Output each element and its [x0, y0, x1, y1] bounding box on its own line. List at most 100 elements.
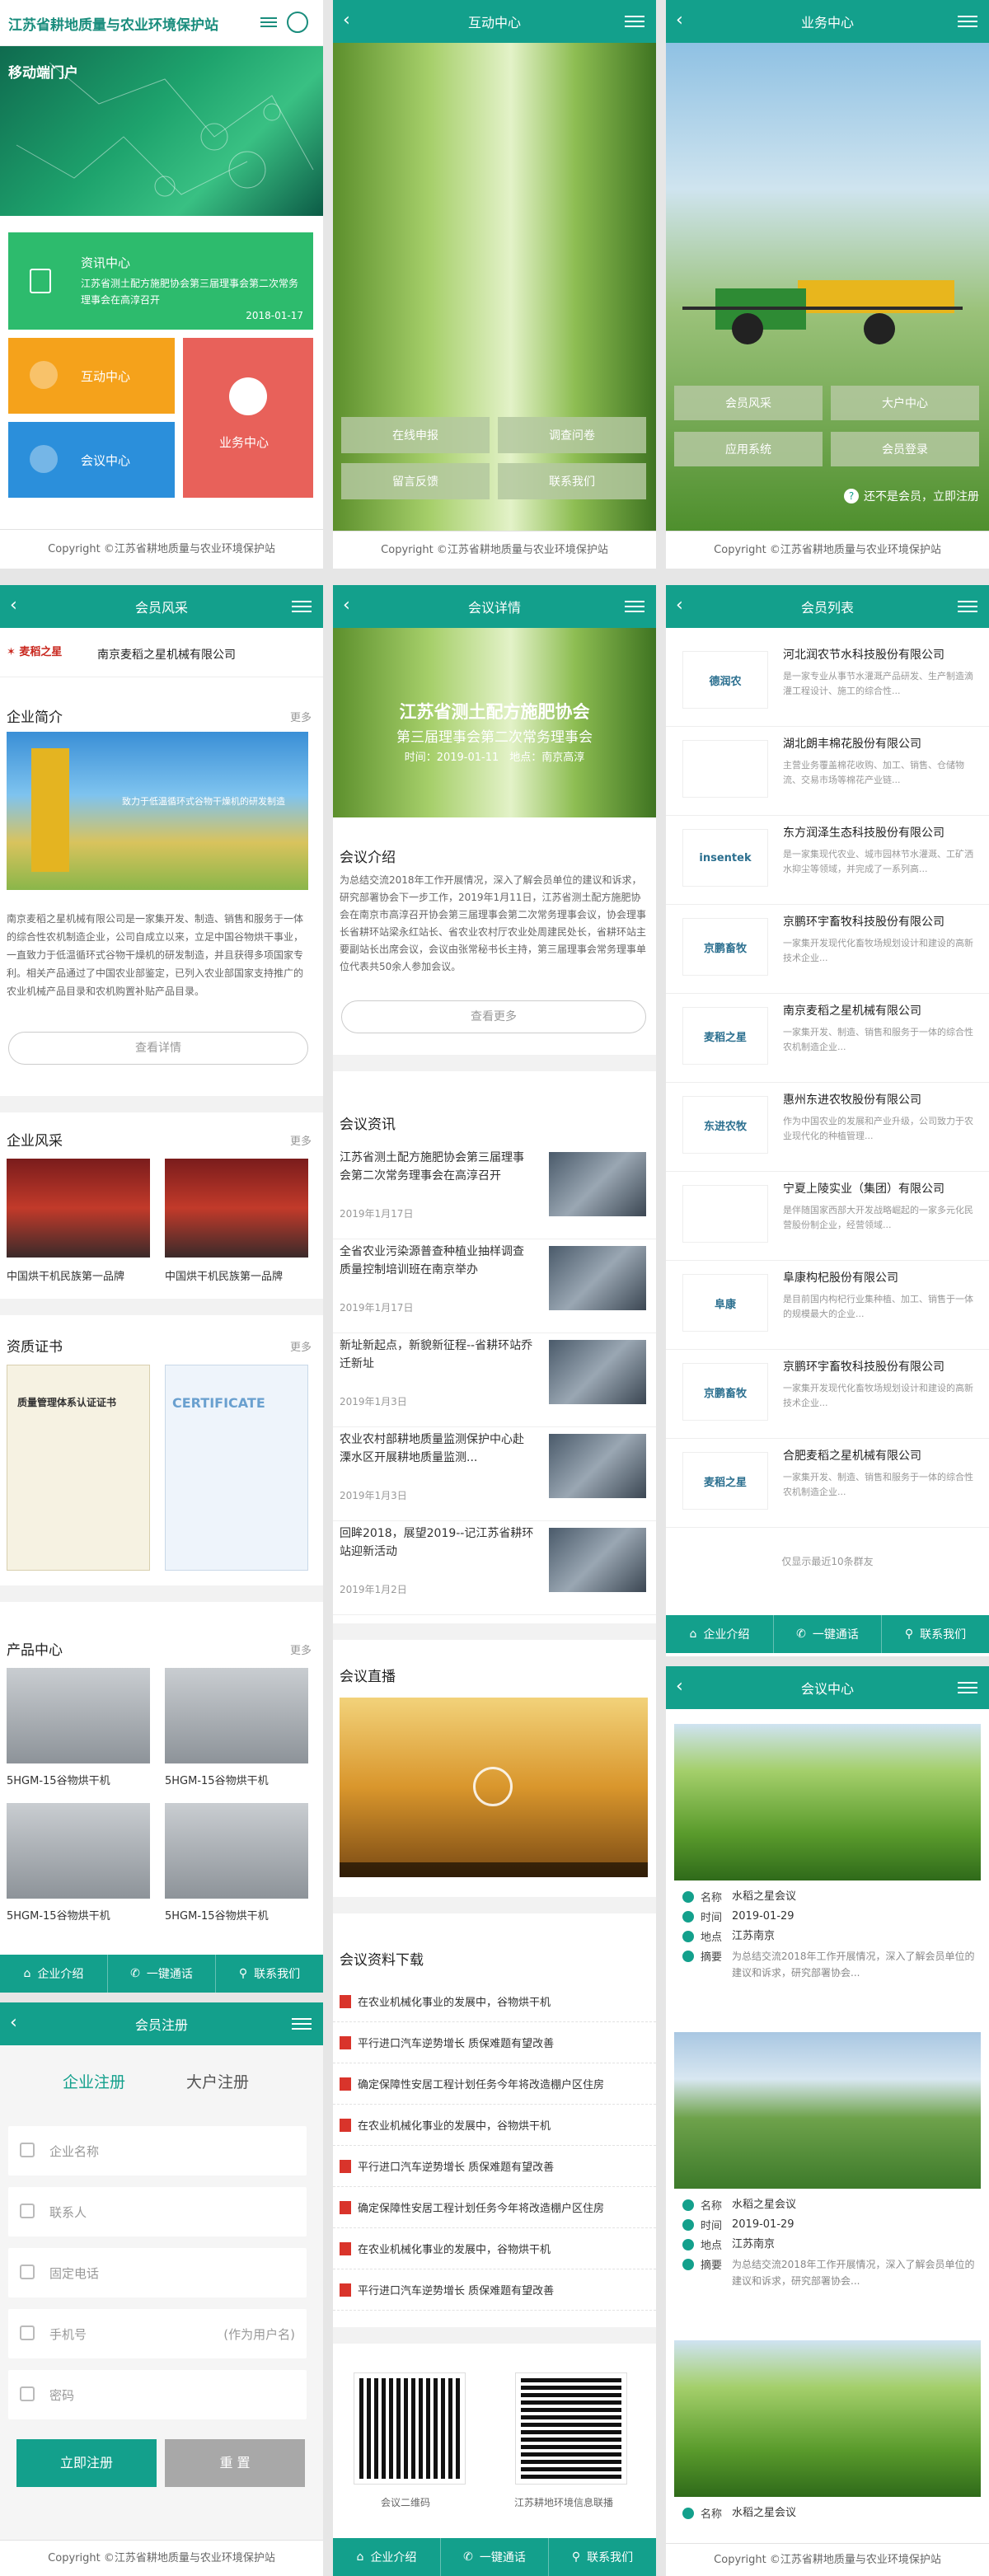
menu-icon[interactable]	[260, 15, 277, 30]
product-image-4[interactable]	[165, 1803, 308, 1899]
tab-household-register[interactable]: 大户注册	[186, 2070, 249, 2092]
intro-more-link[interactable]: 更多	[290, 709, 312, 724]
product-more-link[interactable]: 更多	[290, 1642, 312, 1657]
meeting-tile[interactable]: 会议中心	[8, 422, 175, 498]
list-item[interactable]: 东进农牧 惠州东进农牧股份有限公司 作为中国农业的发展和产业升级，公司致力于农业现代…	[666, 1083, 989, 1172]
meeting-card[interactable]: 名称 水稻之星会议	[666, 2335, 989, 2576]
feedback-button[interactable]: 留言反馈	[341, 463, 490, 499]
footer-contact-button[interactable]: ⚲ 联系我们	[216, 1955, 323, 1993]
business-tile[interactable]: 业务中心	[183, 338, 313, 498]
list-item[interactable]: 京鹏畜牧 京鹏环宇畜牧科技股份有限公司 一家集开发现代化畜牧场规划设计和建设的高新技…	[666, 905, 989, 994]
tab-company-register[interactable]: 企业注册	[63, 2070, 125, 2092]
list-item[interactable]: 农业农村部耕地质量监测保护中心赴溧水区开展耕地质量监测... 2019年1月3日	[333, 1427, 656, 1521]
list-item[interactable]: 回眸2018，展望2019--记江苏省耕环站迎新活动 2019年1月2日	[333, 1521, 656, 1615]
list-item[interactable]: 京鹏畜牧 京鹏环宇畜牧科技股份有限公司 一家集开发现代化畜牧场规划设计和建设的高新技…	[666, 1350, 989, 1439]
menu-icon[interactable]	[958, 1679, 977, 1697]
user-icon[interactable]	[287, 12, 308, 33]
list-item[interactable]: 麦稻之星 合肥麦稻之星机械有限公司 一家集开发、制造、销售和服务于一体的综合性农机制…	[666, 1439, 989, 1528]
footer-contact-button[interactable]: ⚲ 联系我们	[882, 1615, 989, 1653]
list-item[interactable]: 平行进口汽车逆势增长 质保难题有望改善	[333, 2022, 656, 2063]
meeting-card[interactable]: 名称 水稻之星会议 时间 2019-01-29 地点 江苏南京 摘要 为总结交流2018年工作…	[666, 1719, 989, 2027]
submit-button[interactable]: 立即注册	[16, 2439, 157, 2487]
list-item[interactable]: 德润农 河北润农节水科技股份有限公司 是一家专业从事节水灌溉产品研发、生产制造滴灌工…	[666, 638, 989, 727]
register-field-5[interactable]: 密码	[8, 2370, 307, 2419]
list-item[interactable]: 平行进口汽车逆势增长 质保难题有望改善	[333, 2269, 656, 2311]
field-placeholder: 企业名称	[49, 2144, 100, 2159]
play-icon[interactable]	[473, 1767, 513, 1806]
footer-call-button[interactable]: ✆ 一键通话	[108, 1955, 216, 1993]
divider	[333, 1055, 656, 1071]
menu-icon[interactable]	[958, 597, 977, 616]
list-item[interactable]: 在农业机械化事业的发展中，谷物烘干机	[333, 2228, 656, 2269]
footer-intro-button[interactable]: ⌂ 企业介绍	[333, 2538, 441, 2576]
list-item[interactable]: 阜康 阜康构杞股份有限公司 是目前国内构杞行业集种植、加工、销售于一体的规模最大的企…	[666, 1261, 989, 1350]
list-item[interactable]: 确定保障性安居工程计划任务今年将改造棚户区住房	[333, 2187, 656, 2228]
register-field-2[interactable]: 联系人	[8, 2187, 307, 2236]
cert-more-link[interactable]: 更多	[290, 1338, 312, 1354]
back-icon[interactable]: ‹	[343, 12, 359, 31]
back-icon[interactable]: ‹	[10, 597, 26, 616]
register-hint[interactable]: ? 还不是会员，立即注册	[844, 488, 979, 504]
footer-call-button[interactable]: ✆ 一键通话	[441, 2538, 549, 2576]
divider	[333, 1623, 656, 1640]
register-field-3[interactable]: 固定电话	[8, 2248, 307, 2297]
menu-icon[interactable]	[292, 597, 312, 616]
more-button[interactable]: 查看更多	[341, 1000, 646, 1033]
list-item[interactable]: 麦稻之星 南京麦稻之星机械有限公司 一家集开发、制造、销售和服务于一体的综合性农机制…	[666, 994, 989, 1083]
footer-intro-button[interactable]: ⌂ 企业介绍	[0, 1955, 108, 1993]
register-field-1[interactable]: 企业名称	[8, 2126, 307, 2176]
menu-icon[interactable]	[625, 12, 644, 30]
interact-tile[interactable]: 互动中心	[8, 338, 175, 414]
contact-button[interactable]: 联系我们	[498, 463, 646, 499]
big-household-button[interactable]: 大户中心	[831, 386, 979, 420]
detail-button[interactable]: 查看详情	[8, 1032, 308, 1065]
menu-icon[interactable]	[625, 597, 644, 616]
list-item[interactable]: 宁夏上陵实业（集团）有限公司 是伴随国家西部大开发战略崛起的一家多元化民营股份制企…	[666, 1172, 989, 1261]
style-photo-1[interactable]	[7, 1159, 150, 1258]
member-login-button[interactable]: 会员登录	[831, 432, 979, 466]
meeting-time-value: 2019-01-29	[732, 1910, 794, 1923]
meeting-card[interactable]: 名称 水稻之星会议 时间 2019-01-29 地点 江苏南京 摘要 为总结交流2018年工作…	[666, 2027, 989, 2335]
product-image-3[interactable]	[7, 1803, 150, 1899]
clock-icon	[682, 2219, 694, 2231]
style-more-link[interactable]: 更多	[290, 1132, 312, 1148]
app-system-button[interactable]: 应用系统	[674, 432, 823, 466]
live-video[interactable]	[340, 1698, 648, 1877]
menu-icon[interactable]	[958, 12, 977, 30]
footer-intro-button[interactable]: ⌂ 企业介绍	[666, 1615, 774, 1653]
product-image-2[interactable]	[165, 1668, 308, 1763]
register-field-4[interactable]: 手机号 (作为用户名)	[8, 2309, 307, 2358]
online-apply-button[interactable]: 在线申报	[341, 417, 490, 453]
list-item[interactable]: 平行进口汽车逆势增长 质保难题有望改善	[333, 2146, 656, 2187]
news-tile-date: 2018-01-17	[246, 310, 303, 321]
back-icon[interactable]: ‹	[676, 597, 692, 616]
style-photo-2[interactable]	[165, 1159, 308, 1258]
menu-icon[interactable]	[292, 2015, 312, 2033]
footer-contact-button[interactable]: ⚲ 联系我们	[549, 2538, 656, 2576]
back-icon[interactable]: ‹	[343, 597, 359, 616]
news-title: 江苏省测土配方施肥协会第三届理事会第二次常务理事会在高淳召开	[340, 1151, 524, 1183]
list-item[interactable]: 在农业机械化事业的发展中，谷物烘干机	[333, 1981, 656, 2022]
news-tile[interactable]: 资讯中心 江苏省测土配方施肥协会第三届理事会第二次常务理事会在高淳召开 2018…	[8, 232, 313, 330]
member-list-header: ‹ 会员列表	[666, 585, 989, 628]
cert-image-1[interactable]: 质量管理体系认证证书	[7, 1365, 150, 1571]
reset-button[interactable]: 重 置	[165, 2439, 305, 2487]
list-item[interactable]: 全省农业污染源普查种植业抽样调查质量控制培训班在南京举办 2019年1月17日	[333, 1239, 656, 1333]
cert-image-2[interactable]: CERTIFICATE	[165, 1365, 308, 1571]
survey-button[interactable]: 调查问卷	[498, 417, 646, 453]
back-icon[interactable]: ‹	[676, 12, 692, 31]
list-item[interactable]: 确定保障性安居工程计划任务今年将改造棚户区住房	[333, 2063, 656, 2105]
pdf-icon	[340, 2035, 351, 2049]
pdf-icon	[340, 2159, 351, 2173]
list-item[interactable]: insentek 东方润泽生态科技股份有限公司 是一家集现代农业、城市园林节水灌溉、…	[666, 816, 989, 905]
list-item[interactable]: 江苏省测土配方施肥协会第三届理事会第二次常务理事会在高淳召开 2019年1月17日	[333, 1145, 656, 1239]
list-item[interactable]: 湖北朗丰棉花股份有限公司 主营业务覆盖棉花收购、加工、销售、仓储物流、交易市场等棉…	[666, 727, 989, 816]
footer-call-button[interactable]: ✆ 一键通话	[774, 1615, 882, 1653]
back-icon[interactable]: ‹	[10, 2014, 26, 2034]
product-image-1[interactable]	[7, 1668, 150, 1763]
list-item[interactable]: 新址新起点，新貌新征程--省耕环站乔迁新址 2019年1月3日	[333, 1333, 656, 1427]
list-item[interactable]: 在农业机械化事业的发展中，谷物烘干机	[333, 2105, 656, 2146]
member-style-button[interactable]: 会员风采	[674, 386, 823, 420]
video-controls[interactable]	[340, 1862, 648, 1877]
back-icon[interactable]: ‹	[676, 1678, 692, 1698]
